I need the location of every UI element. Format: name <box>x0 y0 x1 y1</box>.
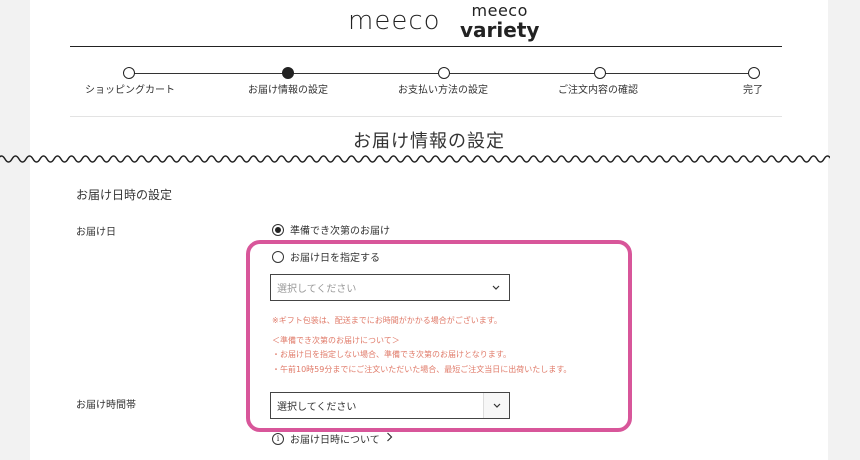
highlight-frame <box>246 240 632 432</box>
step-dot-payment <box>438 67 450 79</box>
step-dot-delivery <box>282 67 294 79</box>
chevron-right-icon <box>386 432 393 445</box>
wave-divider <box>0 155 830 163</box>
step-label-delivery: お届け情報の設定 <box>248 85 328 96</box>
steps-divider <box>70 116 782 117</box>
option-asap-label: 準備でき次第のお届け <box>290 226 390 237</box>
section-title: お届け日時の設定 <box>76 188 173 202</box>
delivery-time-label: お届け時間帯 <box>76 400 136 411</box>
radio-checked-icon[interactable] <box>272 223 284 236</box>
meeco-logo[interactable]: meeco <box>348 6 441 36</box>
info-icon: i <box>272 432 284 445</box>
meeco-variety-logo[interactable]: meeco variety <box>460 3 539 41</box>
step-dot-cart <box>123 67 135 79</box>
delivery-date-label: お届け日 <box>76 227 116 238</box>
step-label-cart: ショッピングカート <box>85 85 175 96</box>
radio-option-asap[interactable]: 準備でき次第のお届け <box>272 222 390 237</box>
step-label-payment: お支払い方法の設定 <box>398 85 488 96</box>
step-dot-complete <box>748 67 760 79</box>
step-label-complete: 完了 <box>743 85 763 96</box>
step-label-confirm: ご注文内容の確認 <box>558 85 638 96</box>
about-link-label: お届け日時について <box>290 435 380 446</box>
step-dot-confirm <box>594 67 606 79</box>
checkout-page: meeco meeco variety ショッピングカート お届け情報の設定 お… <box>30 0 828 460</box>
about-delivery-link[interactable]: i お届け日時について <box>272 431 393 446</box>
header-divider <box>70 46 782 47</box>
